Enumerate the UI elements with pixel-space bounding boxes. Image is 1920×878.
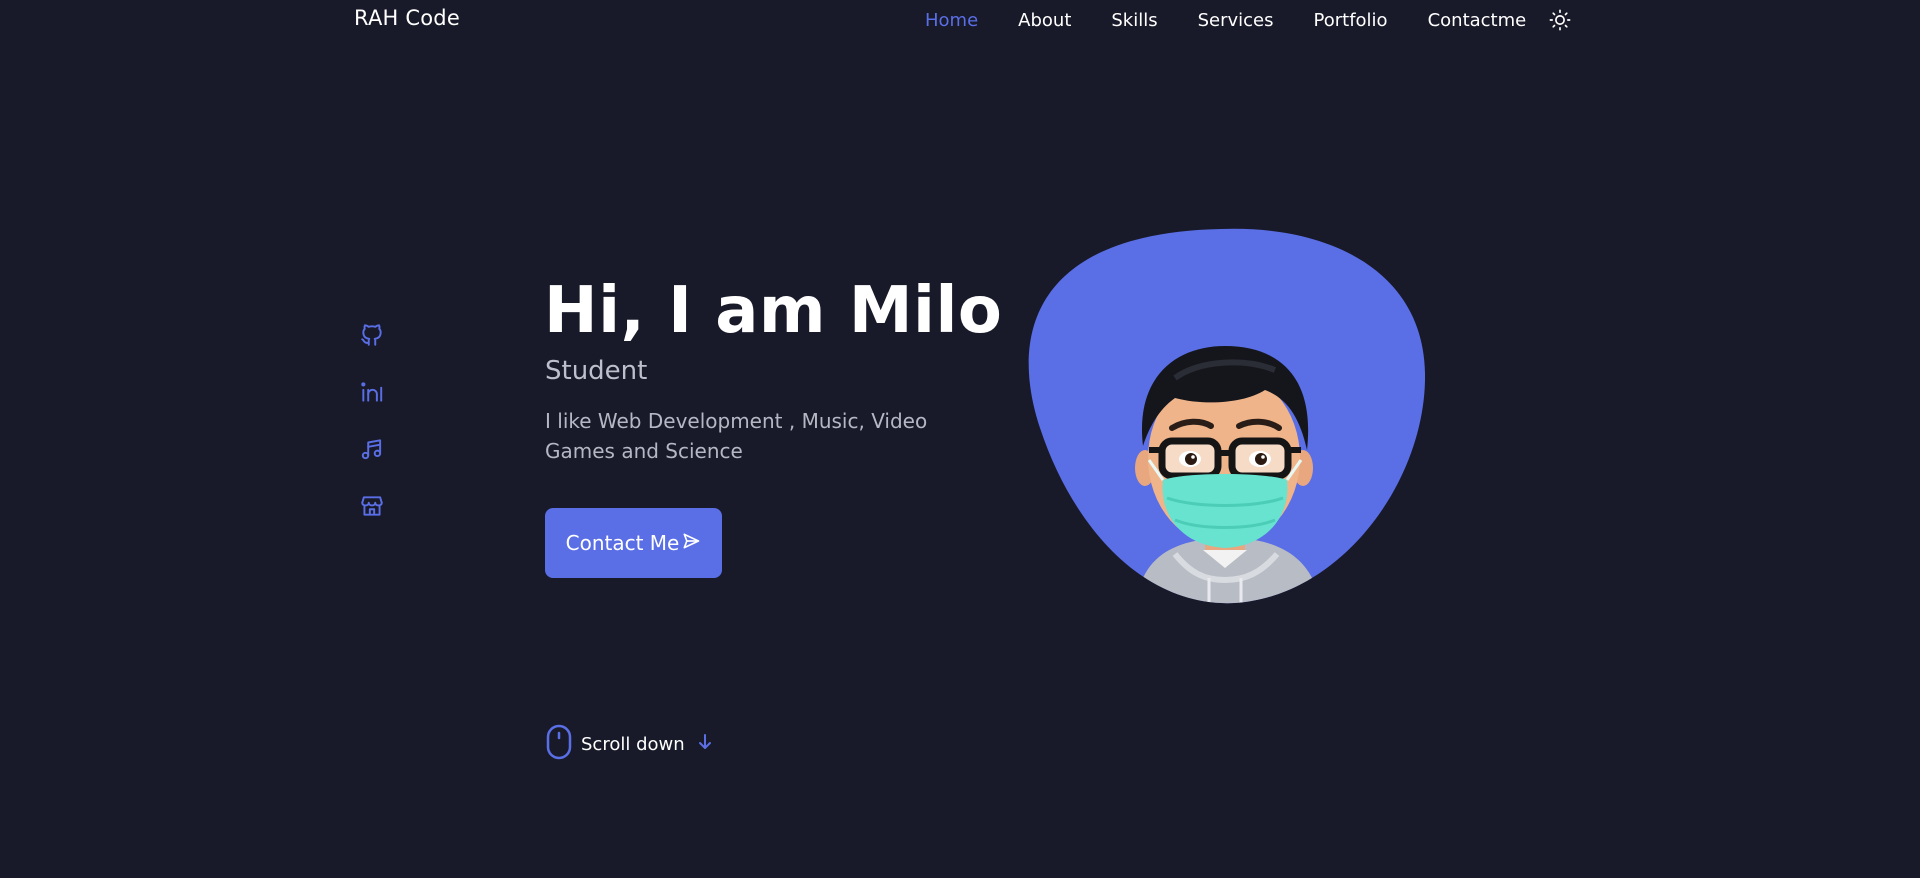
music-icon[interactable] bbox=[357, 434, 387, 464]
main-nav: Home About Skills Services Portfolio Con… bbox=[925, 8, 1572, 32]
contact-me-button[interactable]: Contact Me bbox=[545, 508, 722, 578]
nav-services[interactable]: Services bbox=[1198, 10, 1274, 31]
nav-skills[interactable]: Skills bbox=[1111, 10, 1157, 31]
nav-portfolio[interactable]: Portfolio bbox=[1314, 10, 1388, 31]
nav-home[interactable]: Home bbox=[925, 10, 978, 31]
store-icon[interactable] bbox=[357, 491, 387, 521]
site-header: RAH Code Home About Skills Services Port… bbox=[0, 0, 1920, 38]
linkedin-icon[interactable] bbox=[357, 377, 387, 407]
hero-title: Hi, I am Milo bbox=[544, 274, 1003, 348]
scroll-down-link[interactable]: Scroll down bbox=[545, 724, 713, 764]
hero-subtitle: Student bbox=[545, 356, 648, 386]
hero-avatar-image bbox=[1025, 228, 1427, 604]
contact-me-label: Contact Me bbox=[565, 531, 680, 555]
site-logo[interactable]: RAH Code bbox=[354, 6, 460, 30]
scroll-down-label: Scroll down bbox=[581, 733, 685, 755]
send-icon bbox=[681, 531, 701, 556]
sun-icon[interactable] bbox=[1548, 8, 1572, 32]
arrow-down-icon bbox=[697, 733, 713, 755]
hero-description: I like Web Development , Music, Video Ga… bbox=[545, 409, 928, 463]
social-links bbox=[357, 320, 387, 548]
github-icon[interactable] bbox=[357, 320, 387, 350]
nav-contactme[interactable]: Contactme bbox=[1428, 10, 1527, 31]
nav-about[interactable]: About bbox=[1018, 10, 1071, 31]
mouse-icon bbox=[545, 724, 573, 764]
